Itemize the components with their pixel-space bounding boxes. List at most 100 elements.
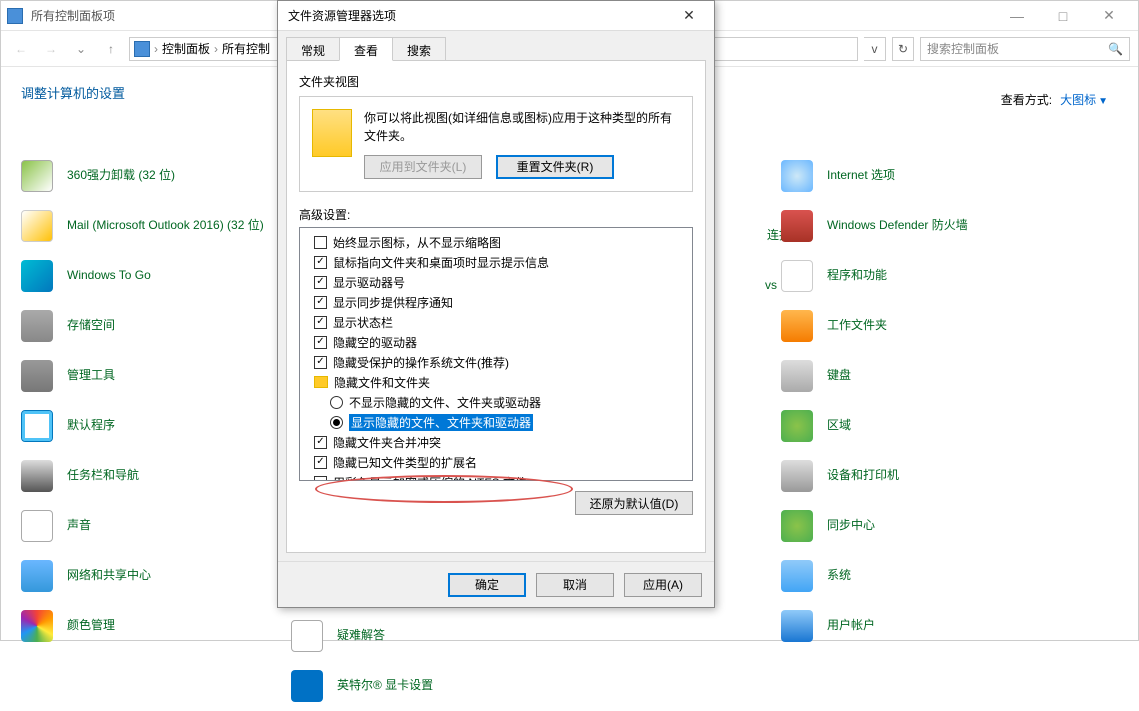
opt-hide-merge-conflict[interactable]: 隐藏文件夹合并冲突	[302, 432, 690, 452]
cp-windows-togo[interactable]: Windows To Go	[21, 251, 271, 301]
address-icon	[134, 41, 150, 57]
opt-hide-ext[interactable]: 隐藏已知文件类型的扩展名	[302, 452, 690, 472]
opt-always-icons[interactable]: 始终显示图标，从不显示缩略图	[302, 232, 690, 252]
maximize-button[interactable]: □	[1040, 1, 1086, 31]
opt-hide-empty-drives[interactable]: 隐藏空的驱动器	[302, 332, 690, 352]
opt-drive-letters[interactable]: 显示驱动器号	[302, 272, 690, 292]
search-icon: 🔍	[1108, 42, 1123, 56]
cp-admin-tools[interactable]: 管理工具	[21, 351, 271, 401]
cp-sound-icon	[21, 510, 53, 542]
cp-item-label: 系统	[827, 568, 851, 584]
restore-defaults-button[interactable]: 还原为默认值(D)	[575, 491, 693, 515]
cp-workfolders[interactable]: 工作文件夹	[781, 301, 1041, 351]
opt-hidden-folder[interactable]: 隐藏文件和文件夹	[302, 372, 690, 392]
cp-programs-icon	[781, 260, 813, 292]
cp-keyboard-icon	[781, 360, 813, 392]
cp-item-label: 管理工具	[67, 368, 115, 384]
opt-ntfs-color[interactable]: 用彩色显示加密或压缩的 NTFS 文件	[302, 472, 690, 481]
tree-item-label: 隐藏受保护的操作系统文件(推荐)	[333, 354, 509, 371]
breadcrumb-part[interactable]: 控制面板	[162, 40, 210, 57]
apply-button[interactable]: 应用(A)	[624, 573, 702, 597]
close-button[interactable]: ✕	[1086, 1, 1132, 31]
cp-sync[interactable]: 同步中心	[781, 501, 1041, 551]
tab-panel-view: 文件夹视图 你可以将此视图(如详细信息或图标)应用于这种类型的所有文件夹。 应用…	[286, 60, 706, 553]
cp-network[interactable]: 网络和共享中心	[21, 551, 271, 601]
tree-item-label: 显示隐藏的文件、文件夹和驱动器	[349, 414, 533, 431]
opt-show-hidden[interactable]: 显示隐藏的文件、文件夹和驱动器	[302, 412, 690, 432]
opt-hide-os-files[interactable]: 隐藏受保护的操作系统文件(推荐)	[302, 352, 690, 372]
minimize-button[interactable]: —	[994, 1, 1040, 31]
cp-windows-togo-icon	[21, 260, 53, 292]
cp-system[interactable]: 系统	[781, 551, 1041, 601]
checkbox-icon	[314, 256, 327, 269]
cp-region[interactable]: 区域	[781, 401, 1041, 451]
tree-item-label: 显示状态栏	[333, 314, 393, 331]
cp-region-icon	[781, 410, 813, 442]
cp-item-label: 英特尔® 显卡设置	[337, 678, 433, 694]
cp-360-uninstall[interactable]: 360强力卸载 (32 位)	[21, 151, 271, 201]
cp-taskbar[interactable]: 任务栏和导航	[21, 451, 271, 501]
apply-to-folders-button[interactable]: 应用到文件夹(L)	[364, 155, 482, 179]
cp-troubleshoot[interactable]: 疑难解答	[291, 611, 541, 661]
cp-default-programs[interactable]: 默认程序	[21, 401, 271, 451]
reset-folders-button[interactable]: 重置文件夹(R)	[496, 155, 614, 179]
nav-up[interactable]: ↑	[99, 37, 123, 61]
tree-item-label: 显示同步提供程序通知	[333, 294, 453, 311]
nav-back[interactable]: ←	[9, 37, 33, 61]
cp-network-icon	[21, 560, 53, 592]
cp-taskbar-icon	[21, 460, 53, 492]
cp-intel-graphics-icon	[291, 670, 323, 702]
cp-users-icon	[781, 610, 813, 642]
cp-intel-graphics[interactable]: 英特尔® 显卡设置	[291, 661, 541, 711]
cp-item-label: 键盘	[827, 368, 851, 384]
dialog-footer: 确定 取消 应用(A)	[278, 561, 714, 607]
cancel-button[interactable]: 取消	[536, 573, 614, 597]
cp-workfolders-icon	[781, 310, 813, 342]
cp-storage-icon	[21, 310, 53, 342]
tab-general[interactable]: 常规	[286, 37, 340, 61]
cp-item-label: 存储空间	[67, 318, 115, 334]
opt-status-bar[interactable]: 显示状态栏	[302, 312, 690, 332]
tree-item-label: 隐藏文件夹合并冲突	[333, 434, 441, 451]
cp-defender[interactable]: Windows Defender 防火墙	[781, 201, 1041, 251]
opt-hover-tips[interactable]: 鼠标指向文件夹和桌面项时显示提示信息	[302, 252, 690, 272]
cp-sound[interactable]: 声音	[21, 501, 271, 551]
checkbox-icon	[314, 336, 327, 349]
checkbox-icon	[314, 276, 327, 289]
view-mode-dropdown[interactable]: 大图标▼	[1060, 91, 1108, 108]
tree-item-label: 隐藏文件和文件夹	[334, 374, 430, 391]
ok-button[interactable]: 确定	[448, 573, 526, 597]
nav-dropdown-icon[interactable]: ⌄	[69, 37, 93, 61]
dialog-close-button[interactable]: ✕	[674, 7, 704, 24]
opt-dont-show-hidden[interactable]: 不显示隐藏的文件、文件夹或驱动器	[302, 392, 690, 412]
cp-keyboard[interactable]: 键盘	[781, 351, 1041, 401]
breadcrumb-part[interactable]: 所有控制	[222, 40, 270, 57]
view-label: 查看方式:	[1001, 91, 1052, 108]
refresh-button[interactable]: ↻	[892, 37, 914, 61]
cp-item-label: 同步中心	[827, 518, 875, 534]
cp-internet-options[interactable]: Internet 选项	[781, 151, 1041, 201]
address-history-dropdown[interactable]: v	[864, 37, 886, 61]
cp-programs[interactable]: 程序和功能	[781, 251, 1041, 301]
tree-item-label: 鼠标指向文件夹和桌面项时显示提示信息	[333, 254, 549, 271]
checkbox-icon	[314, 316, 327, 329]
tab-search[interactable]: 搜索	[392, 37, 446, 61]
cp-devices-printers[interactable]: 设备和打印机	[781, 451, 1041, 501]
tree-item-label: 用彩色显示加密或压缩的 NTFS 文件	[333, 474, 527, 482]
nav-forward[interactable]: →	[39, 37, 63, 61]
advanced-settings-tree[interactable]: 始终显示图标，从不显示缩略图鼠标指向文件夹和桌面项时显示提示信息显示驱动器号显示…	[299, 227, 693, 481]
checkbox-icon	[314, 456, 327, 469]
cp-item-label: 360强力卸载 (32 位)	[67, 168, 175, 184]
cp-users[interactable]: 用户帐户	[781, 601, 1041, 651]
cp-storage[interactable]: 存储空间	[21, 301, 271, 351]
opt-sync-notify[interactable]: 显示同步提供程序通知	[302, 292, 690, 312]
cp-mail[interactable]: Mail (Microsoft Outlook 2016) (32 位)	[21, 201, 271, 251]
tab-view[interactable]: 查看	[339, 37, 393, 61]
radio-icon	[330, 396, 343, 409]
folder-view-label: 文件夹视图	[299, 73, 693, 90]
cp-color[interactable]: 颜色管理	[21, 601, 271, 651]
advanced-settings-label: 高级设置:	[299, 206, 693, 223]
dialog-title: 文件资源管理器选项	[288, 7, 396, 24]
search-input[interactable]: 搜索控制面板 🔍	[920, 37, 1130, 61]
checkbox-icon	[314, 436, 327, 449]
